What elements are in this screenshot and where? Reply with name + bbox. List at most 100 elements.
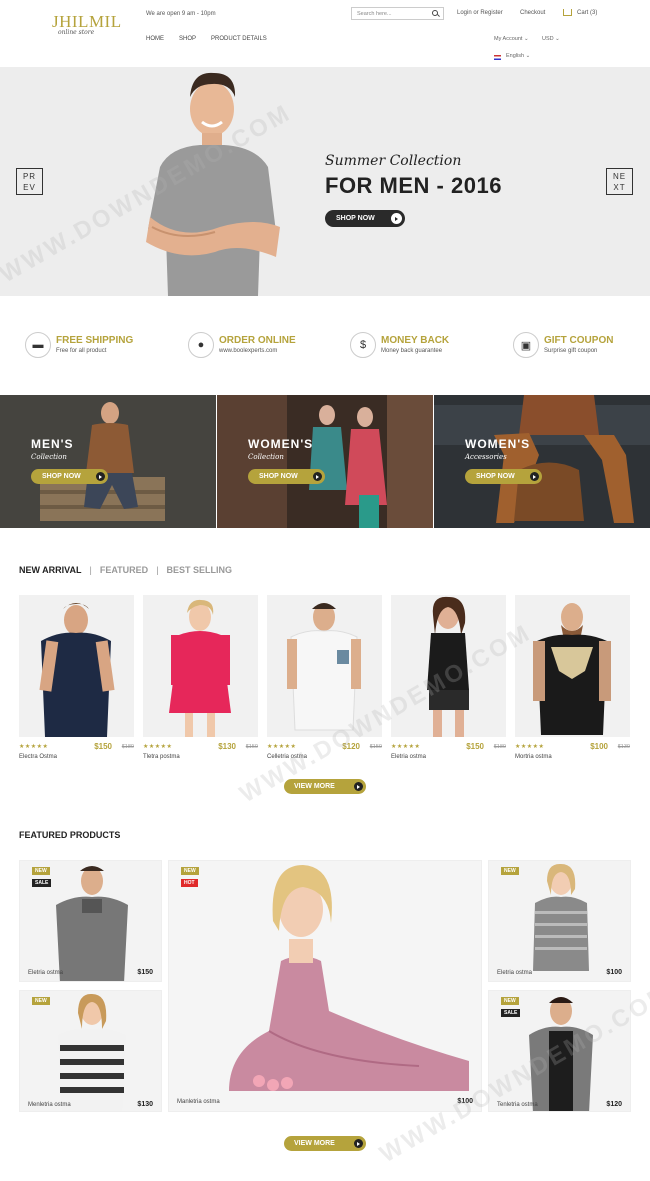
featured-product-price: $120 — [606, 1101, 622, 1108]
featured-card-large[interactable]: NEW HOT Manletria ostma $100 — [168, 860, 482, 1112]
product-meta: ★★★★★ $130 $150 Tletra postma — [143, 742, 258, 765]
gift-icon: ▣ — [513, 332, 539, 358]
new-badge: NEW — [501, 997, 519, 1005]
featured-product-name: Eletria ostma — [497, 970, 533, 976]
mens-shop-now-button[interactable]: SHOP NOW — [31, 469, 108, 484]
womens-collection-shop-now-button[interactable]: SHOP NOW — [248, 469, 325, 484]
featured-card[interactable]: NEW Eletria ostma $100 — [488, 860, 631, 982]
featured-product-name: Eletria ostma — [28, 970, 64, 976]
product-name[interactable]: Eletria ostma — [391, 754, 426, 760]
arrow-right-icon — [391, 213, 402, 224]
product-price: $150 — [466, 742, 484, 751]
nav-shop[interactable]: SHOP — [179, 36, 196, 42]
language-dropdown[interactable]: English ⌄ — [506, 53, 530, 59]
featured-product-image — [229, 865, 469, 1091]
open-hours-text: We are open 9 am - 10pm — [146, 11, 216, 17]
search-icon[interactable] — [432, 10, 438, 16]
featured-product-name: Manletria ostma — [177, 1099, 220, 1105]
dollar-icon: $ — [350, 332, 376, 358]
nav-product-details[interactable]: PRODUCT DETAILS — [211, 36, 267, 42]
shop-now-label: SHOP NOW — [476, 473, 515, 480]
product-name[interactable]: Celletria ostma — [267, 754, 307, 760]
uk-flag-icon — [494, 55, 501, 60]
tab-featured[interactable]: FEATURED — [100, 565, 148, 575]
featured-product-price: $130 — [137, 1101, 153, 1108]
featured-view-more-button[interactable]: VIEW MORE — [284, 1136, 366, 1151]
hero-shop-now-button[interactable]: SHOP NOW — [325, 210, 405, 227]
chevron-down-icon: ⌄ — [523, 36, 529, 42]
tab-best-selling[interactable]: BEST SELLING — [167, 565, 233, 575]
main-nav: HOME SHOP PRODUCT DETAILS — [146, 36, 267, 42]
product-name[interactable]: Tletra postma — [143, 754, 180, 760]
featured-card[interactable]: NEW SALE Eletria ostma $150 — [19, 860, 162, 982]
new-badge: NEW — [181, 867, 199, 875]
featured-product-price: $100 — [606, 969, 622, 976]
hero-title: FOR MEN - 2016 — [325, 173, 502, 198]
next-slide-button[interactable]: NE XT — [606, 168, 633, 195]
my-account-dropdown[interactable]: My Account ⌄ — [494, 36, 529, 42]
featured-product-name: Tenletria ostma — [497, 1102, 538, 1108]
cart-icon[interactable] — [563, 9, 572, 16]
product-meta: ★★★★★ $100 $130 Mortria ostma — [515, 742, 630, 765]
featured-card[interactable]: NEW SALE Tenletria ostma $120 — [488, 990, 631, 1112]
chevron-down-icon: ⌄ — [525, 53, 531, 59]
category-banner-womens-accessories[interactable]: WOMEN'S Accessories SHOP NOW — [434, 395, 650, 528]
logo-tagline: online store — [58, 29, 95, 36]
product-image[interactable] — [391, 595, 506, 737]
featured-product-price: $150 — [137, 969, 153, 976]
womens-accessories-shop-now-button[interactable]: SHOP NOW — [465, 469, 542, 484]
rating-stars-icon: ★★★★★ — [515, 744, 545, 750]
arrow-right-icon — [354, 1139, 363, 1148]
site-header: JHILMIL online store We are open 9 am - … — [0, 0, 650, 66]
user-icon: ● — [188, 332, 214, 358]
rating-stars-icon: ★★★★★ — [143, 744, 173, 750]
product-old-price: $150 — [245, 744, 258, 750]
tab-separator: | — [89, 565, 92, 575]
checkout-link[interactable]: Checkout — [520, 10, 545, 16]
category-banner-womens-collection[interactable]: WOMEN'S Collection SHOP NOW — [217, 395, 433, 528]
new-badge: NEW — [32, 867, 50, 875]
search-input[interactable]: Search here... — [351, 7, 444, 20]
sale-badge: SALE — [32, 879, 52, 887]
product-old-price: $180 — [121, 744, 134, 750]
search-placeholder: Search here... — [357, 11, 392, 17]
product-price: $100 — [590, 742, 608, 751]
product-image[interactable] — [19, 595, 134, 737]
featured-product-price: $100 — [457, 1098, 473, 1105]
service-title: GIFT COUPON — [544, 335, 614, 346]
prev-slide-button[interactable]: PR EV — [16, 168, 43, 195]
nav-home[interactable]: HOME — [146, 36, 164, 42]
my-account-label: My Account — [494, 36, 523, 42]
product-name[interactable]: Mortria ostma — [515, 754, 552, 760]
hot-badge: HOT — [181, 879, 198, 887]
tab-new-arrival[interactable]: NEW ARRIVAL — [19, 565, 82, 575]
product-image[interactable] — [143, 595, 258, 737]
product-name[interactable]: Electra Ostma — [19, 754, 57, 760]
product-image[interactable] — [515, 595, 630, 737]
category-subtitle: Collection — [31, 453, 67, 461]
rating-stars-icon: ★★★★★ — [391, 744, 421, 750]
chevron-down-icon: ⌄ — [555, 36, 560, 42]
tab-separator: | — [156, 565, 159, 575]
category-banner-mens[interactable]: MEN'S Collection SHOP NOW — [0, 395, 216, 528]
service-title: MONEY BACK — [381, 335, 450, 346]
category-subtitle: Collection — [248, 453, 284, 461]
currency-dropdown[interactable]: USD ⌄ — [542, 36, 560, 42]
featured-section-title: FEATURED PRODUCTS — [19, 830, 121, 840]
featured-product-image — [533, 863, 589, 971]
product-price: $150 — [94, 742, 112, 751]
service-subtitle: www.boolexperts.com — [219, 348, 278, 354]
hero-shop-now-label: SHOP NOW — [336, 215, 375, 222]
product-image[interactable] — [267, 595, 382, 737]
view-more-label: VIEW MORE — [294, 1140, 335, 1147]
cart-link[interactable]: Cart (3) — [577, 10, 597, 16]
new-badge: NEW — [32, 997, 50, 1005]
arrival-view-more-button[interactable]: VIEW MORE — [284, 779, 366, 794]
product-old-price: $130 — [617, 744, 630, 750]
category-title: WOMEN'S — [248, 437, 314, 451]
arrow-right-icon — [354, 782, 363, 791]
featured-card[interactable]: NEW Menletria ostma $130 — [19, 990, 162, 1112]
hero-slider: PR EV NE XT Summer Collection FOR MEN - … — [0, 67, 650, 296]
login-link[interactable]: Login or Register — [457, 10, 503, 16]
shop-now-label: SHOP NOW — [259, 473, 298, 480]
